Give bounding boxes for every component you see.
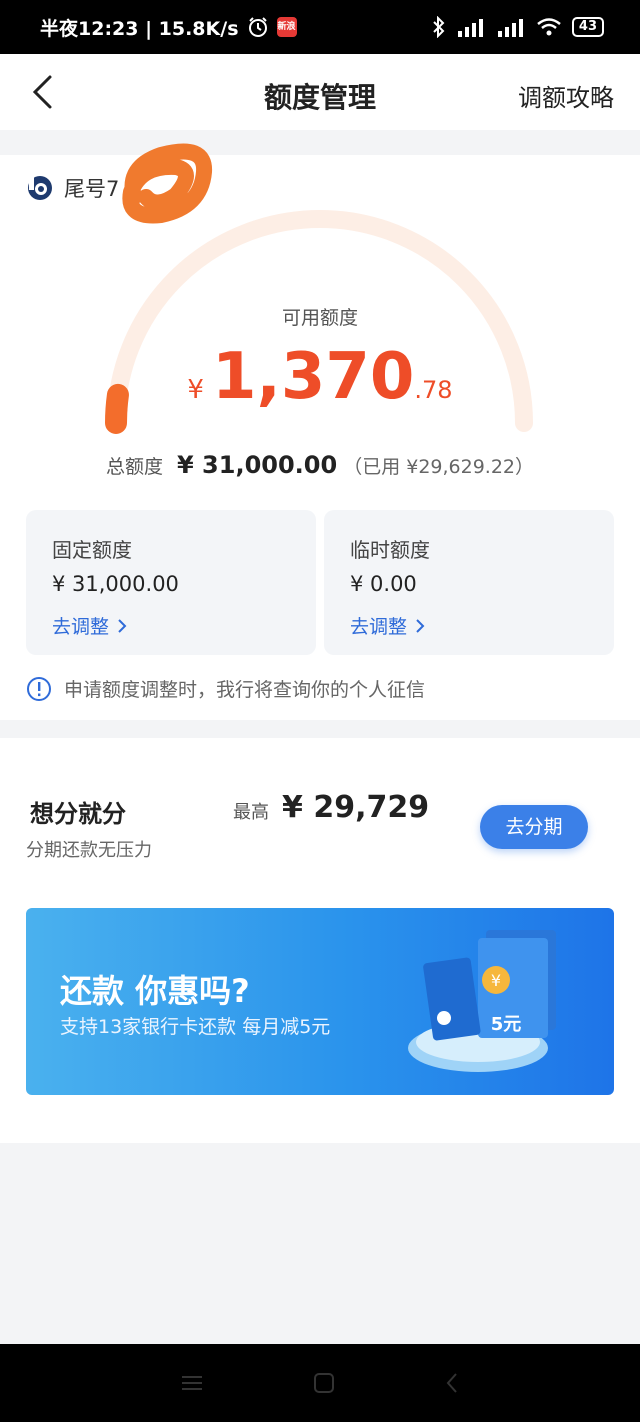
- coin-symbol: ¥: [491, 971, 501, 990]
- nav-bar: 额度管理 调额攻略: [0, 54, 640, 130]
- repayment-promo-banner[interactable]: 还款 你惠吗? 支持13家银行卡还款 每月减5元 ¥ 5元: [26, 908, 614, 1095]
- total-value: ¥ 31,000.00: [177, 451, 338, 479]
- available-decimal: .78: [414, 376, 453, 404]
- credit-card-panel: 尾号7 可用额度 ¥1,370.78 总额度 ¥ 31,000.00 （已用 ¥29…: [0, 143, 640, 720]
- signal-icon-2: [497, 19, 523, 37]
- account-label: 尾号7: [64, 177, 120, 201]
- fixed-limit-adjust-link[interactable]: 去调整: [52, 612, 127, 639]
- status-bar: 半夜12:23 | 15.8K/s 新浪 43: [0, 0, 640, 54]
- banner-section: 还款 你惠吗? 支持13家银行卡还款 每月减5元 ¥ 5元: [0, 891, 640, 1143]
- voucher-text: 5元: [491, 1014, 522, 1035]
- banner-title: 还款 你惠吗?: [60, 972, 250, 1010]
- chevron-right-icon: [118, 618, 127, 633]
- notice-text: 申请额度调整时，我行将查询你的个人征信: [64, 679, 426, 701]
- menu-icon[interactable]: [181, 1374, 203, 1392]
- available-amount: ¥1,370.78: [0, 340, 640, 414]
- wifi-icon: [537, 18, 561, 36]
- adjust-guide-link[interactable]: 调额攻略: [518, 78, 614, 113]
- used-amount: （已用 ¥29,629.22）: [343, 456, 535, 478]
- system-nav-bar: [0, 1344, 640, 1422]
- installment-max-label: 最高: [233, 802, 269, 823]
- battery-icon: 43: [571, 17, 604, 37]
- promo-illustration-icon: ¥ 5元: [408, 930, 556, 1072]
- info-icon: [27, 676, 51, 701]
- banner-subtitle: 支持13家银行卡还款 每月减5元: [60, 1016, 331, 1038]
- bluetooth-icon: [433, 16, 445, 38]
- fixed-limit-card: 固定额度 ¥ 31,000.00 去调整: [26, 510, 316, 655]
- temp-limit-value: ¥ 0.00: [350, 572, 417, 596]
- chevron-right-icon: [416, 618, 425, 633]
- credit-check-notice: 申请额度调整时，我行将查询你的个人征信: [26, 675, 425, 702]
- bank-logo-icon: [28, 176, 52, 200]
- home-icon[interactable]: [313, 1372, 335, 1394]
- status-time: 半夜12:23 | 15.8K/s: [40, 17, 239, 40]
- installment-button[interactable]: 去分期: [480, 805, 588, 849]
- temp-limit-adjust-link[interactable]: 去调整: [350, 612, 425, 639]
- app-notification-icon: 新浪: [276, 17, 297, 37]
- back-nav-icon[interactable]: [445, 1372, 459, 1394]
- available-label: 可用额度: [281, 307, 358, 329]
- fixed-limit-adjust-label: 去调整: [52, 616, 110, 638]
- total-credit-row: 总额度 ¥ 31,000.00 （已用 ¥29,629.22）: [0, 451, 640, 479]
- installment-title: 想分就分: [30, 800, 126, 828]
- fixed-limit-label: 固定额度: [52, 538, 132, 562]
- signal-icon: [457, 19, 483, 37]
- temp-limit-adjust-label: 去调整: [350, 616, 408, 638]
- available-integer: 1,370: [211, 340, 415, 414]
- temp-limit-label: 临时额度: [350, 538, 430, 562]
- temp-limit-card: 临时额度 ¥ 0.00 去调整: [324, 510, 614, 655]
- installment-subtitle: 分期还款无压力: [26, 840, 152, 861]
- total-label: 总额度: [105, 456, 163, 478]
- fixed-limit-value: ¥ 31,000.00: [52, 572, 179, 596]
- installment-panel: 想分就分 分期还款无压力 最高 ¥ 29,729 去分期: [0, 738, 640, 891]
- installment-max-amount: ¥ 29,729: [282, 790, 430, 825]
- alarm-icon: [248, 17, 267, 37]
- currency-symbol: ¥: [187, 375, 204, 405]
